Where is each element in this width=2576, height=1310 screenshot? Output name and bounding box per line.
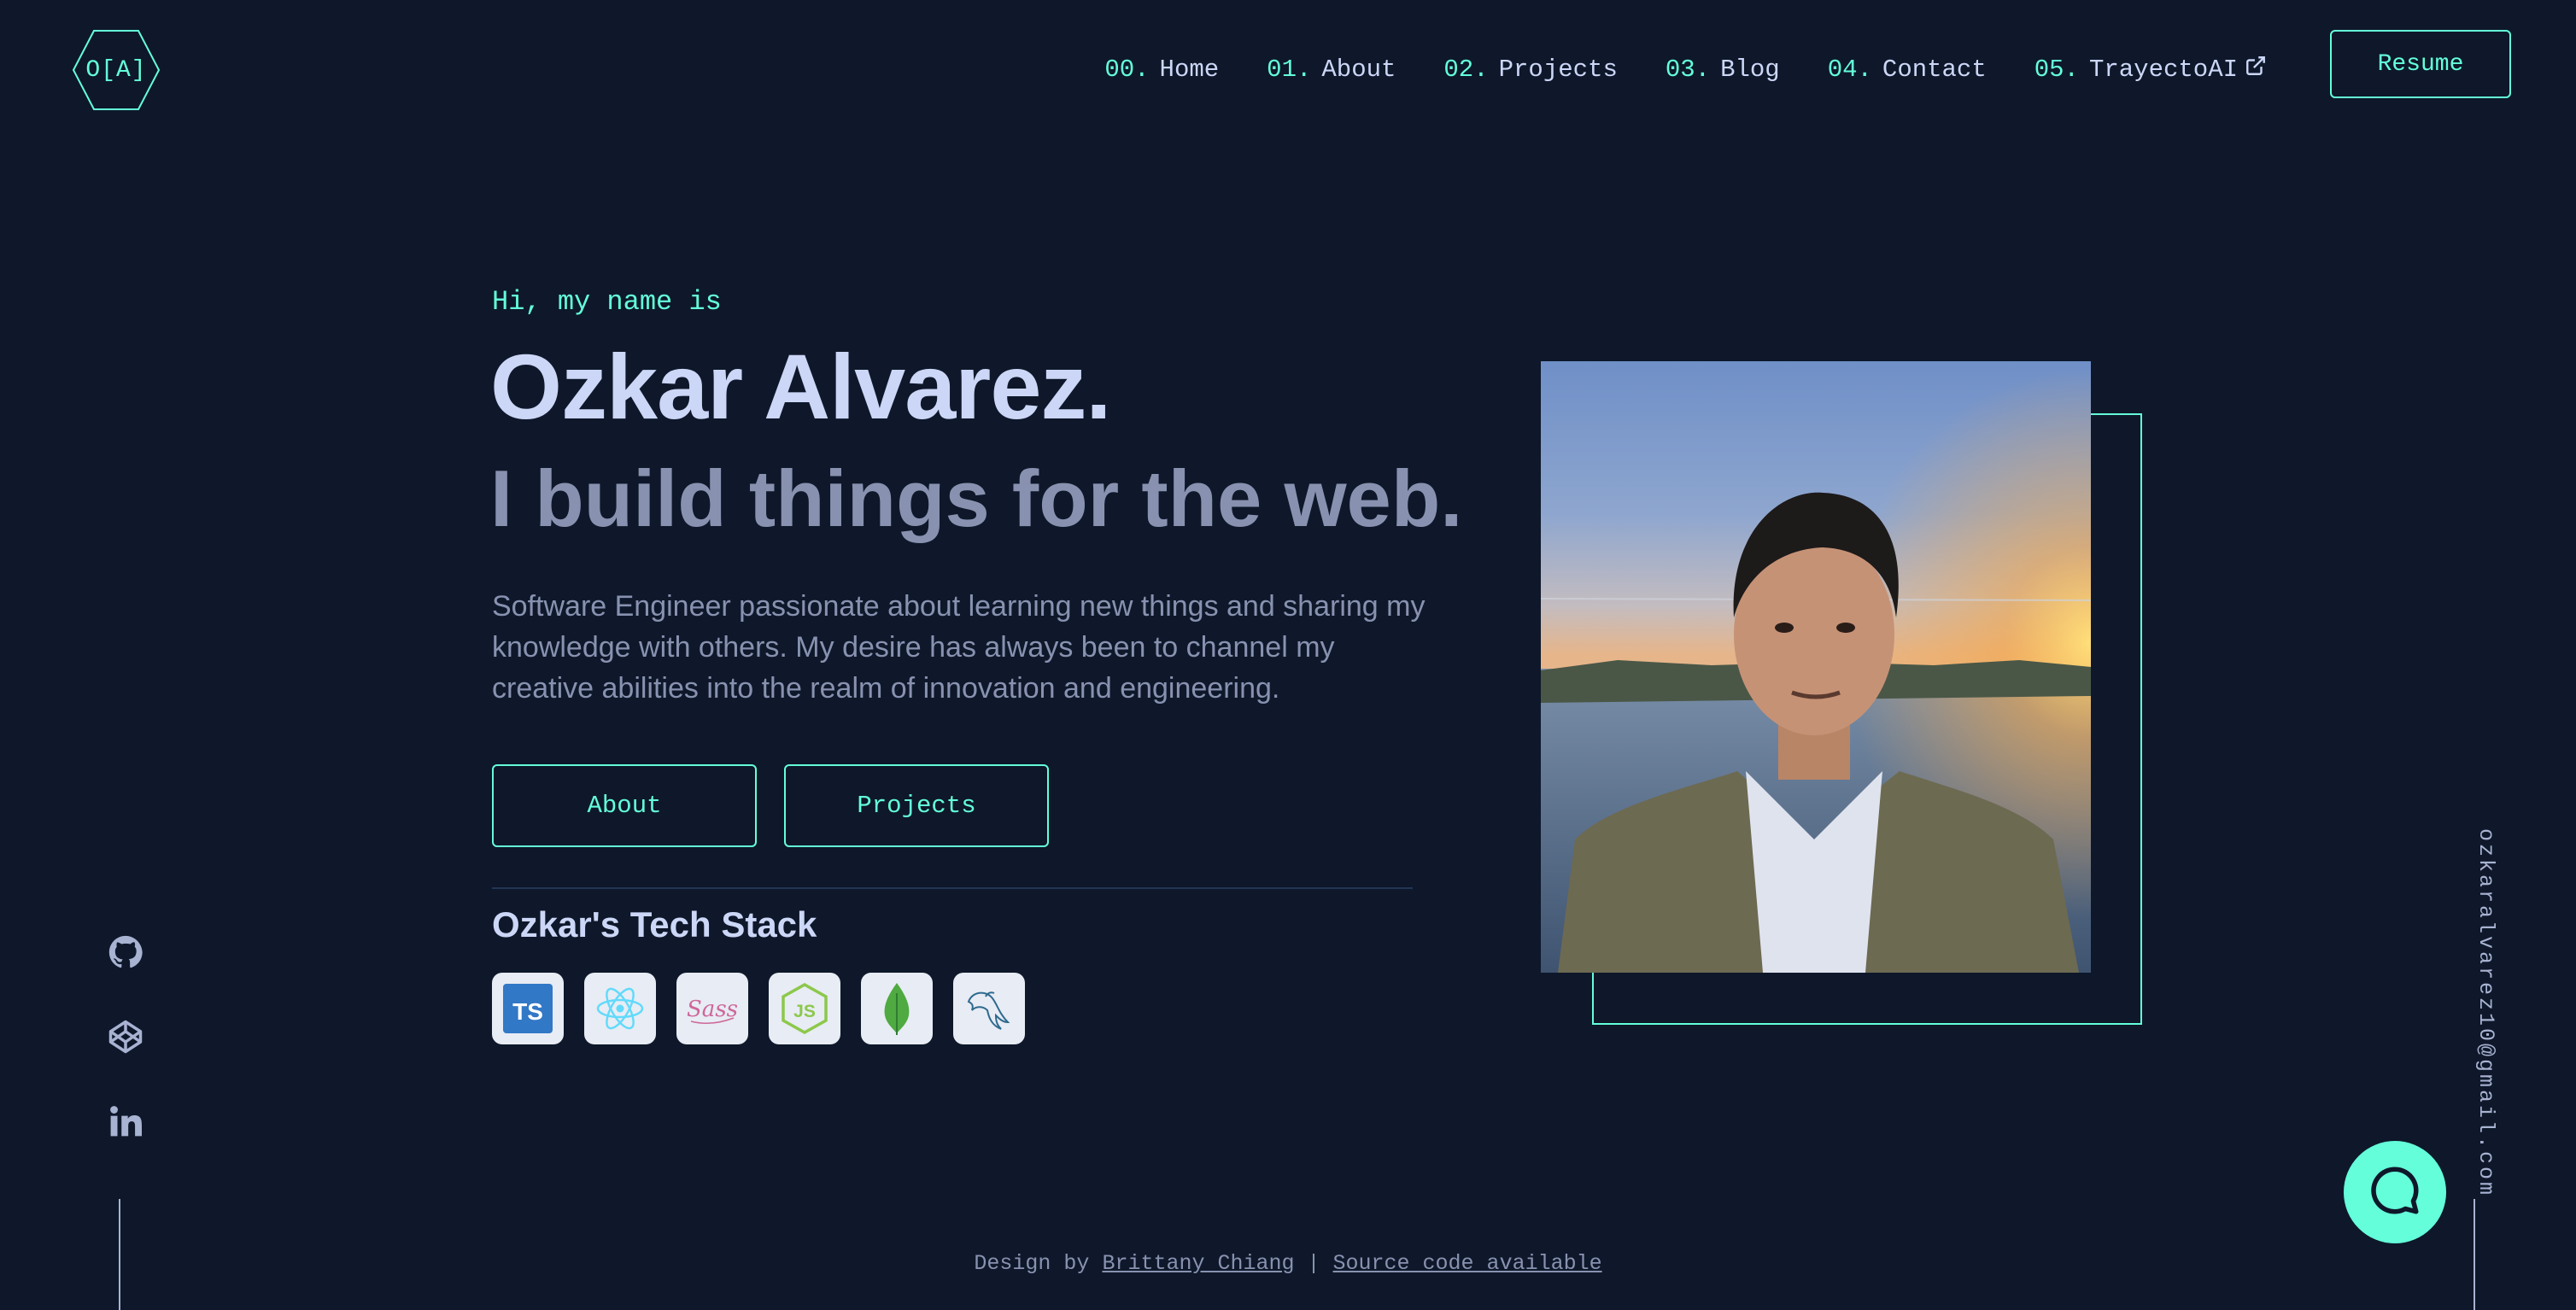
chat-button[interactable]: [2344, 1141, 2446, 1243]
divider: [492, 887, 1413, 889]
svg-text:JS: JS: [793, 1002, 816, 1021]
sass-icon[interactable]: Sass: [676, 973, 748, 1044]
svg-text:TS: TS: [512, 998, 543, 1025]
svg-text:Sass: Sass: [687, 997, 738, 1022]
footer: Design by Brittany Chiang | Source code …: [0, 1251, 2576, 1276]
logo-text: O[A]: [85, 56, 147, 84]
resume-button[interactable]: Resume: [2330, 30, 2511, 98]
external-link-icon: [2245, 55, 2267, 85]
nav-label: Home: [1159, 56, 1220, 84]
about-button[interactable]: About: [492, 764, 757, 847]
nav-label: Blog: [1720, 56, 1780, 84]
nav-about[interactable]: 01. About: [1267, 55, 1396, 85]
nav-num: 00.: [1104, 56, 1150, 84]
linkedin-icon[interactable]: [107, 1102, 144, 1140]
nav-num: 03.: [1665, 56, 1711, 84]
nav-home[interactable]: 00. Home: [1104, 55, 1219, 85]
main-nav: 00. Home 01. About 02. Projects 03. Blog 04.…: [1104, 55, 2267, 85]
nav-num: 02.: [1443, 56, 1489, 84]
hero-name: Ozkar Alvarez.: [490, 335, 1111, 438]
footer-separator: |: [1307, 1251, 1320, 1276]
nodejs-icon[interactable]: JS: [769, 973, 840, 1044]
nav-label: Projects: [1498, 56, 1618, 84]
greeting: Hi, my name is: [492, 286, 722, 318]
chat-bubble-icon: [2367, 1162, 2423, 1223]
designer-link[interactable]: Brittany Chiang: [1102, 1251, 1294, 1276]
codepen-icon[interactable]: [107, 1018, 144, 1056]
nav-blog[interactable]: 03. Blog: [1666, 55, 1780, 85]
tech-stack-title: Ozkar's Tech Stack: [492, 904, 817, 944]
react-icon[interactable]: [584, 973, 656, 1044]
email-link[interactable]: ozkaralvarez10@gmail.com: [2474, 828, 2498, 1197]
nav-num: 05.: [2034, 56, 2079, 84]
nav-label: TrayectoAI: [2088, 56, 2238, 84]
mysql-icon[interactable]: [953, 973, 1025, 1044]
projects-button[interactable]: Projects: [784, 764, 1049, 847]
nav-contact[interactable]: 04. Contact: [1828, 55, 1987, 85]
nav-num: 01.: [1267, 56, 1312, 84]
tech-stack: TS Sass JS: [492, 973, 1025, 1044]
typescript-icon[interactable]: TS: [492, 973, 564, 1044]
nav-projects[interactable]: 02. Projects: [1443, 55, 1617, 85]
logo[interactable]: O[A]: [72, 29, 161, 111]
hero-tagline: I build things for the web.: [490, 453, 1463, 543]
profile-photo: [1541, 361, 2091, 973]
nav-label: About: [1321, 56, 1396, 84]
source-code-link[interactable]: Source code available: [1333, 1251, 1602, 1276]
nav-label: Contact: [1882, 56, 1987, 84]
github-icon[interactable]: [107, 933, 144, 971]
footer-prefix: Design by: [974, 1251, 1090, 1276]
nav-num: 04.: [1827, 56, 1872, 84]
mongodb-icon[interactable]: [861, 973, 933, 1044]
nav-trayectoai[interactable]: 05. TrayectoAI: [2034, 55, 2267, 85]
hero-bio: Software Engineer passionate about learn…: [492, 590, 1426, 705]
